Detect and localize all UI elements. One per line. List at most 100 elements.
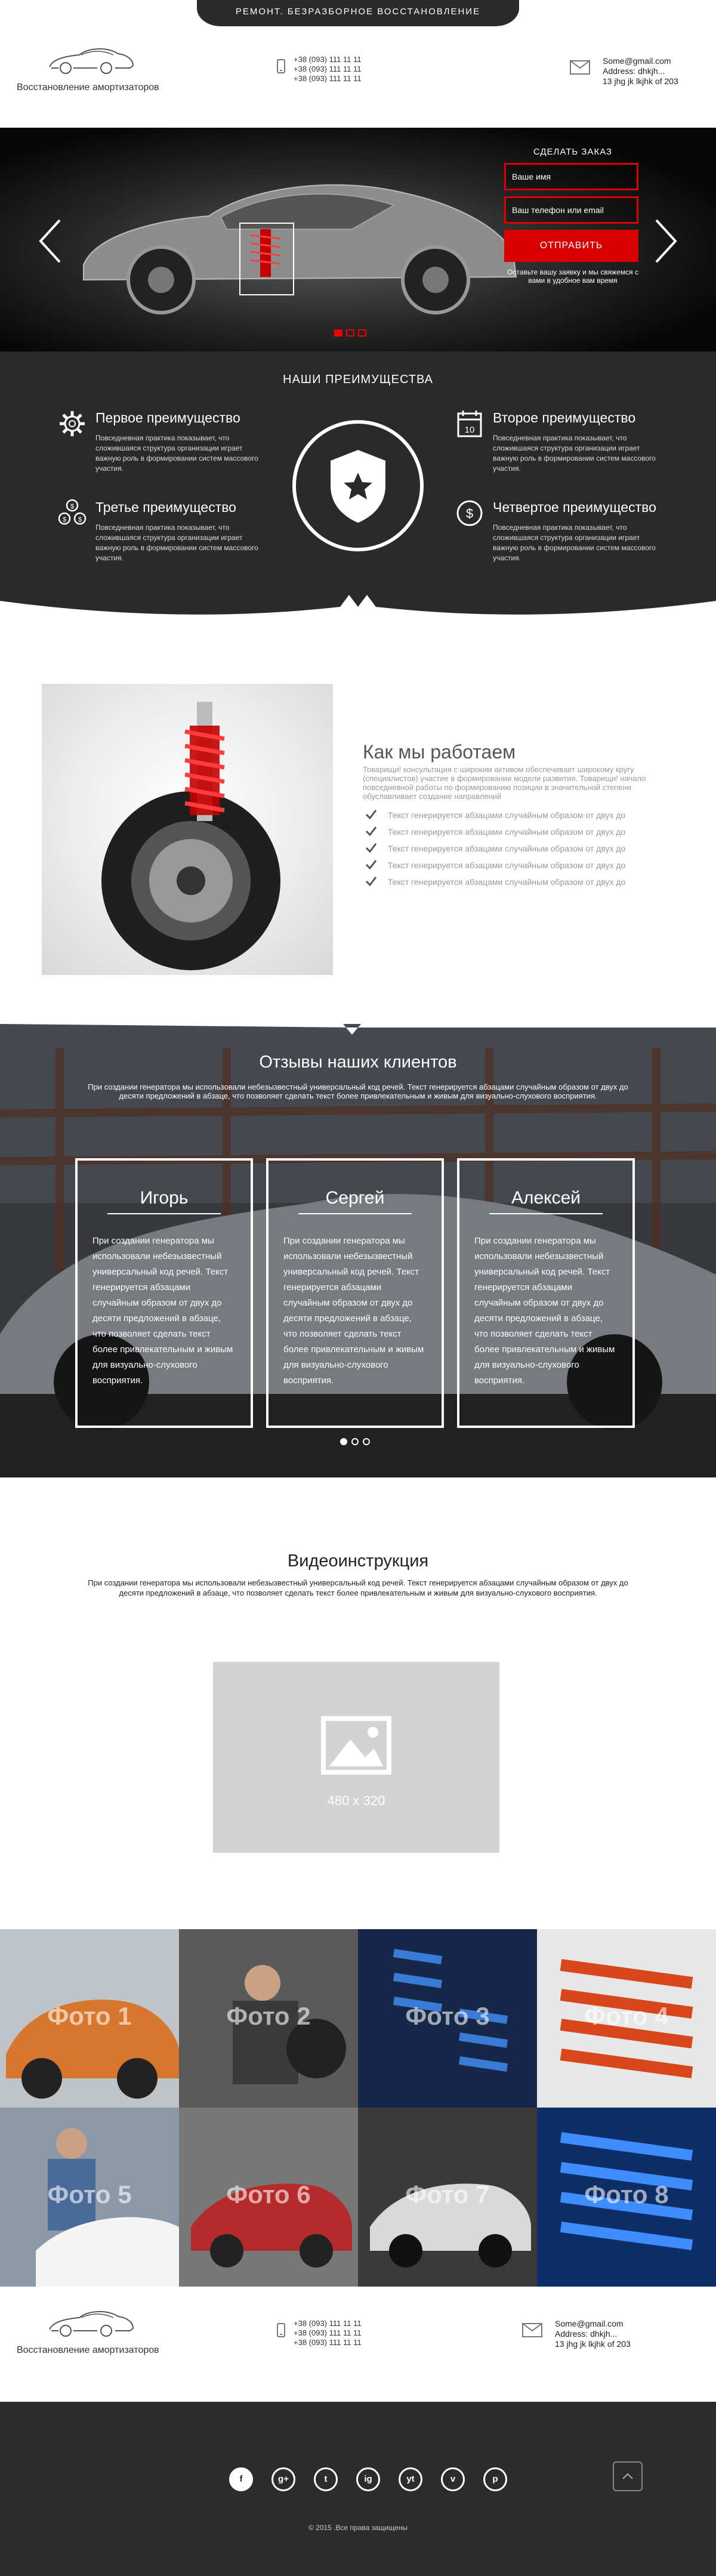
- review-card: Игорь При создании генератора мы использ…: [75, 1158, 253, 1428]
- svg-text:$: $: [78, 516, 82, 523]
- gallery-tile[interactable]: Фото 5: [0, 2108, 179, 2287]
- list-item: Текст генерируется абзацами случайным об…: [365, 807, 625, 823]
- advantage-item: Первое преимущество Повседневная практик…: [60, 410, 322, 474]
- reviewer-name: Алексей: [511, 1188, 581, 1208]
- list-item-text: Текст генерируется абзацами случайным об…: [388, 827, 626, 837]
- gear-icon: [60, 411, 85, 436]
- list-item: Текст генерируется абзацами случайным об…: [365, 874, 625, 890]
- phone-number[interactable]: +38 (093) 111 11 11: [294, 2338, 362, 2347]
- gallery-tile[interactable]: Фото 1: [0, 1929, 179, 2108]
- contact-info: Some@gmail.com Address: dhkjh... 13 jhg …: [522, 2319, 631, 2349]
- gallery-label: Фото 1: [47, 2002, 132, 2030]
- order-form: СДЕЛАТЬ ЗАКАЗ ОТПРАВИТЬ Оставьте вашу за…: [504, 147, 641, 285]
- phone-list: +38 (093) 111 11 11 +38 (093) 111 11 11 …: [277, 2319, 362, 2347]
- check-icon: [365, 810, 377, 820]
- slider-prev-arrow-icon[interactable]: [36, 217, 66, 265]
- review-dot[interactable]: [340, 1438, 347, 1445]
- how-we-work-section: Как мы работаем Товарищи! консультация с…: [0, 624, 716, 1024]
- hero-slider: СДЕЛАТЬ ЗАКАЗ ОТПРАВИТЬ Оставьте вашу за…: [0, 128, 716, 351]
- youtube-icon[interactable]: yt: [399, 2467, 422, 2491]
- svg-text:$: $: [70, 503, 74, 510]
- reviews-section: Отзывы наших клиентов При создании генер…: [0, 1024, 716, 1477]
- slider-dot[interactable]: [358, 329, 366, 337]
- list-item-text: Текст генерируется абзацами случайным об…: [388, 860, 626, 870]
- mail-icon: [570, 60, 590, 75]
- check-icon: [365, 860, 377, 870]
- review-text: При создании генератора мы использовали …: [283, 1236, 424, 1386]
- phone-number[interactable]: +38 (093) 111 11 11: [294, 2328, 362, 2338]
- footer-logo[interactable]: Восстановление амортизаторов: [17, 2304, 178, 2356]
- phone-number[interactable]: +38 (093) 111 11 11: [294, 64, 362, 74]
- advantage-text: Повседневная практика показывает, что сл…: [493, 523, 656, 562]
- email-link[interactable]: Some@gmail.com: [603, 56, 678, 66]
- contact-info: Some@gmail.com Address: dhkjh... 13 jhg …: [570, 56, 678, 87]
- order-note: Оставьте вашу заявку и мы свяжемся с вам…: [507, 268, 638, 285]
- reviews-title: Отзывы наших клиентов: [259, 1053, 457, 1072]
- order-form-title: СДЕЛАТЬ ЗАКАЗ: [533, 147, 613, 157]
- twitter-icon[interactable]: t: [314, 2467, 338, 2491]
- address-line: 13 jhg jk lkjhk of 203: [555, 2339, 631, 2349]
- advantage-title: Первое преимущество: [95, 410, 240, 425]
- svg-text:$: $: [63, 516, 66, 523]
- phone-number[interactable]: +38 (093) 111 11 11: [294, 55, 362, 64]
- advantage-item: $ $ $ Третье преимущество Повседневная п…: [58, 499, 322, 563]
- photo-gallery: Фото 1 Фото 2 Фото 3 Фото 4 Фото 5 Фото …: [0, 1929, 716, 2287]
- slider-dot[interactable]: [346, 329, 354, 337]
- advantage-text: Повседневная практика показывает, что сл…: [95, 434, 258, 473]
- vimeo-icon[interactable]: v: [441, 2467, 465, 2491]
- phone-number[interactable]: +38 (093) 111 11 11: [294, 74, 362, 84]
- footer-header: Восстановление амортизаторов +38 (093) 1…: [0, 2287, 716, 2402]
- divider: [489, 1213, 603, 1214]
- review-card: Сергей При создании генератора мы исполь…: [266, 1158, 444, 1428]
- pinterest-icon[interactable]: p: [483, 2467, 507, 2491]
- reviewer-name: Сергей: [325, 1188, 385, 1208]
- dollar-icon: $: [456, 500, 483, 526]
- how-title: Как мы работаем: [363, 741, 516, 763]
- list-item-text: Текст генерируется абзацами случайным об…: [388, 844, 626, 853]
- advantages-title: НАШИ ПРЕИМУЩЕСТВА: [283, 373, 433, 386]
- advantage-item: 10 Второе преимущество Повседневная прак…: [457, 410, 716, 474]
- submit-order-button[interactable]: ОТПРАВИТЬ: [504, 230, 638, 262]
- slider-dots: [334, 329, 370, 340]
- gallery-tile[interactable]: Фото 6: [179, 2108, 358, 2287]
- list-item: Текст генерируется абзацами случайным об…: [365, 823, 625, 840]
- review-dot[interactable]: [363, 1438, 370, 1445]
- address-line: Address: dhkjh...: [555, 2329, 618, 2339]
- gallery-label: Фото 7: [405, 2180, 490, 2208]
- scroll-top-button[interactable]: [613, 2461, 643, 2491]
- logo[interactable]: Восстановление амортизаторов: [17, 42, 178, 93]
- name-input[interactable]: [504, 163, 638, 190]
- gallery-tile[interactable]: Фото 4: [537, 1929, 716, 2108]
- slider-dot[interactable]: [334, 329, 342, 337]
- check-icon: [365, 877, 377, 887]
- gallery-label: Фото 3: [405, 2002, 490, 2030]
- car-logo-icon: [49, 48, 134, 74]
- top-strip: РЕМОНТ. БЕЗРАЗБОРНОЕ ВОССТАНОВЛЕНИЕ АМОР…: [0, 0, 716, 41]
- gallery-tile[interactable]: Фото 2: [179, 1929, 358, 2108]
- gallery-tile[interactable]: Фото 3: [358, 1929, 537, 2108]
- video-player[interactable]: 480 x 320: [213, 1662, 499, 1853]
- review-text: При создании генератора мы использовали …: [474, 1236, 615, 1386]
- footer: f g+ t ig yt v p © 2015 .Все права защищены: [0, 2402, 716, 2576]
- gallery-tile[interactable]: Фото 7: [358, 2108, 537, 2287]
- list-item: Текст генерируется абзацами случайным об…: [365, 840, 625, 857]
- instagram-icon[interactable]: ig: [356, 2467, 380, 2491]
- phone-email-input[interactable]: [504, 196, 638, 224]
- check-icon: [365, 843, 377, 853]
- email-link[interactable]: Some@gmail.com: [555, 2319, 631, 2329]
- slider-next-arrow-icon[interactable]: [650, 217, 680, 265]
- mail-icon: [522, 2323, 542, 2337]
- review-text: При создании генератора мы использовали …: [92, 1236, 233, 1386]
- phone-list: +38 (093) 111 11 11 +38 (093) 111 11 11 …: [277, 55, 362, 84]
- advantage-title: Четвертое преимущество: [493, 499, 656, 515]
- gallery-label: Фото 8: [584, 2180, 669, 2208]
- facebook-icon[interactable]: f: [229, 2467, 253, 2491]
- reviews-subtitle: При создании генератора мы использовали …: [88, 1082, 628, 1100]
- phone-number[interactable]: +38 (093) 111 11 11: [294, 2319, 362, 2328]
- gallery-tile[interactable]: Фото 8: [537, 2108, 716, 2287]
- check-icon: [365, 826, 377, 837]
- address-line: 13 jhg jk lkjhk of 203: [603, 76, 678, 86]
- review-dot[interactable]: [351, 1438, 359, 1445]
- advantages-section: НАШИ ПРЕИМУЩЕСТВА Первое преимущество По…: [0, 351, 716, 625]
- google-plus-icon[interactable]: g+: [271, 2467, 295, 2491]
